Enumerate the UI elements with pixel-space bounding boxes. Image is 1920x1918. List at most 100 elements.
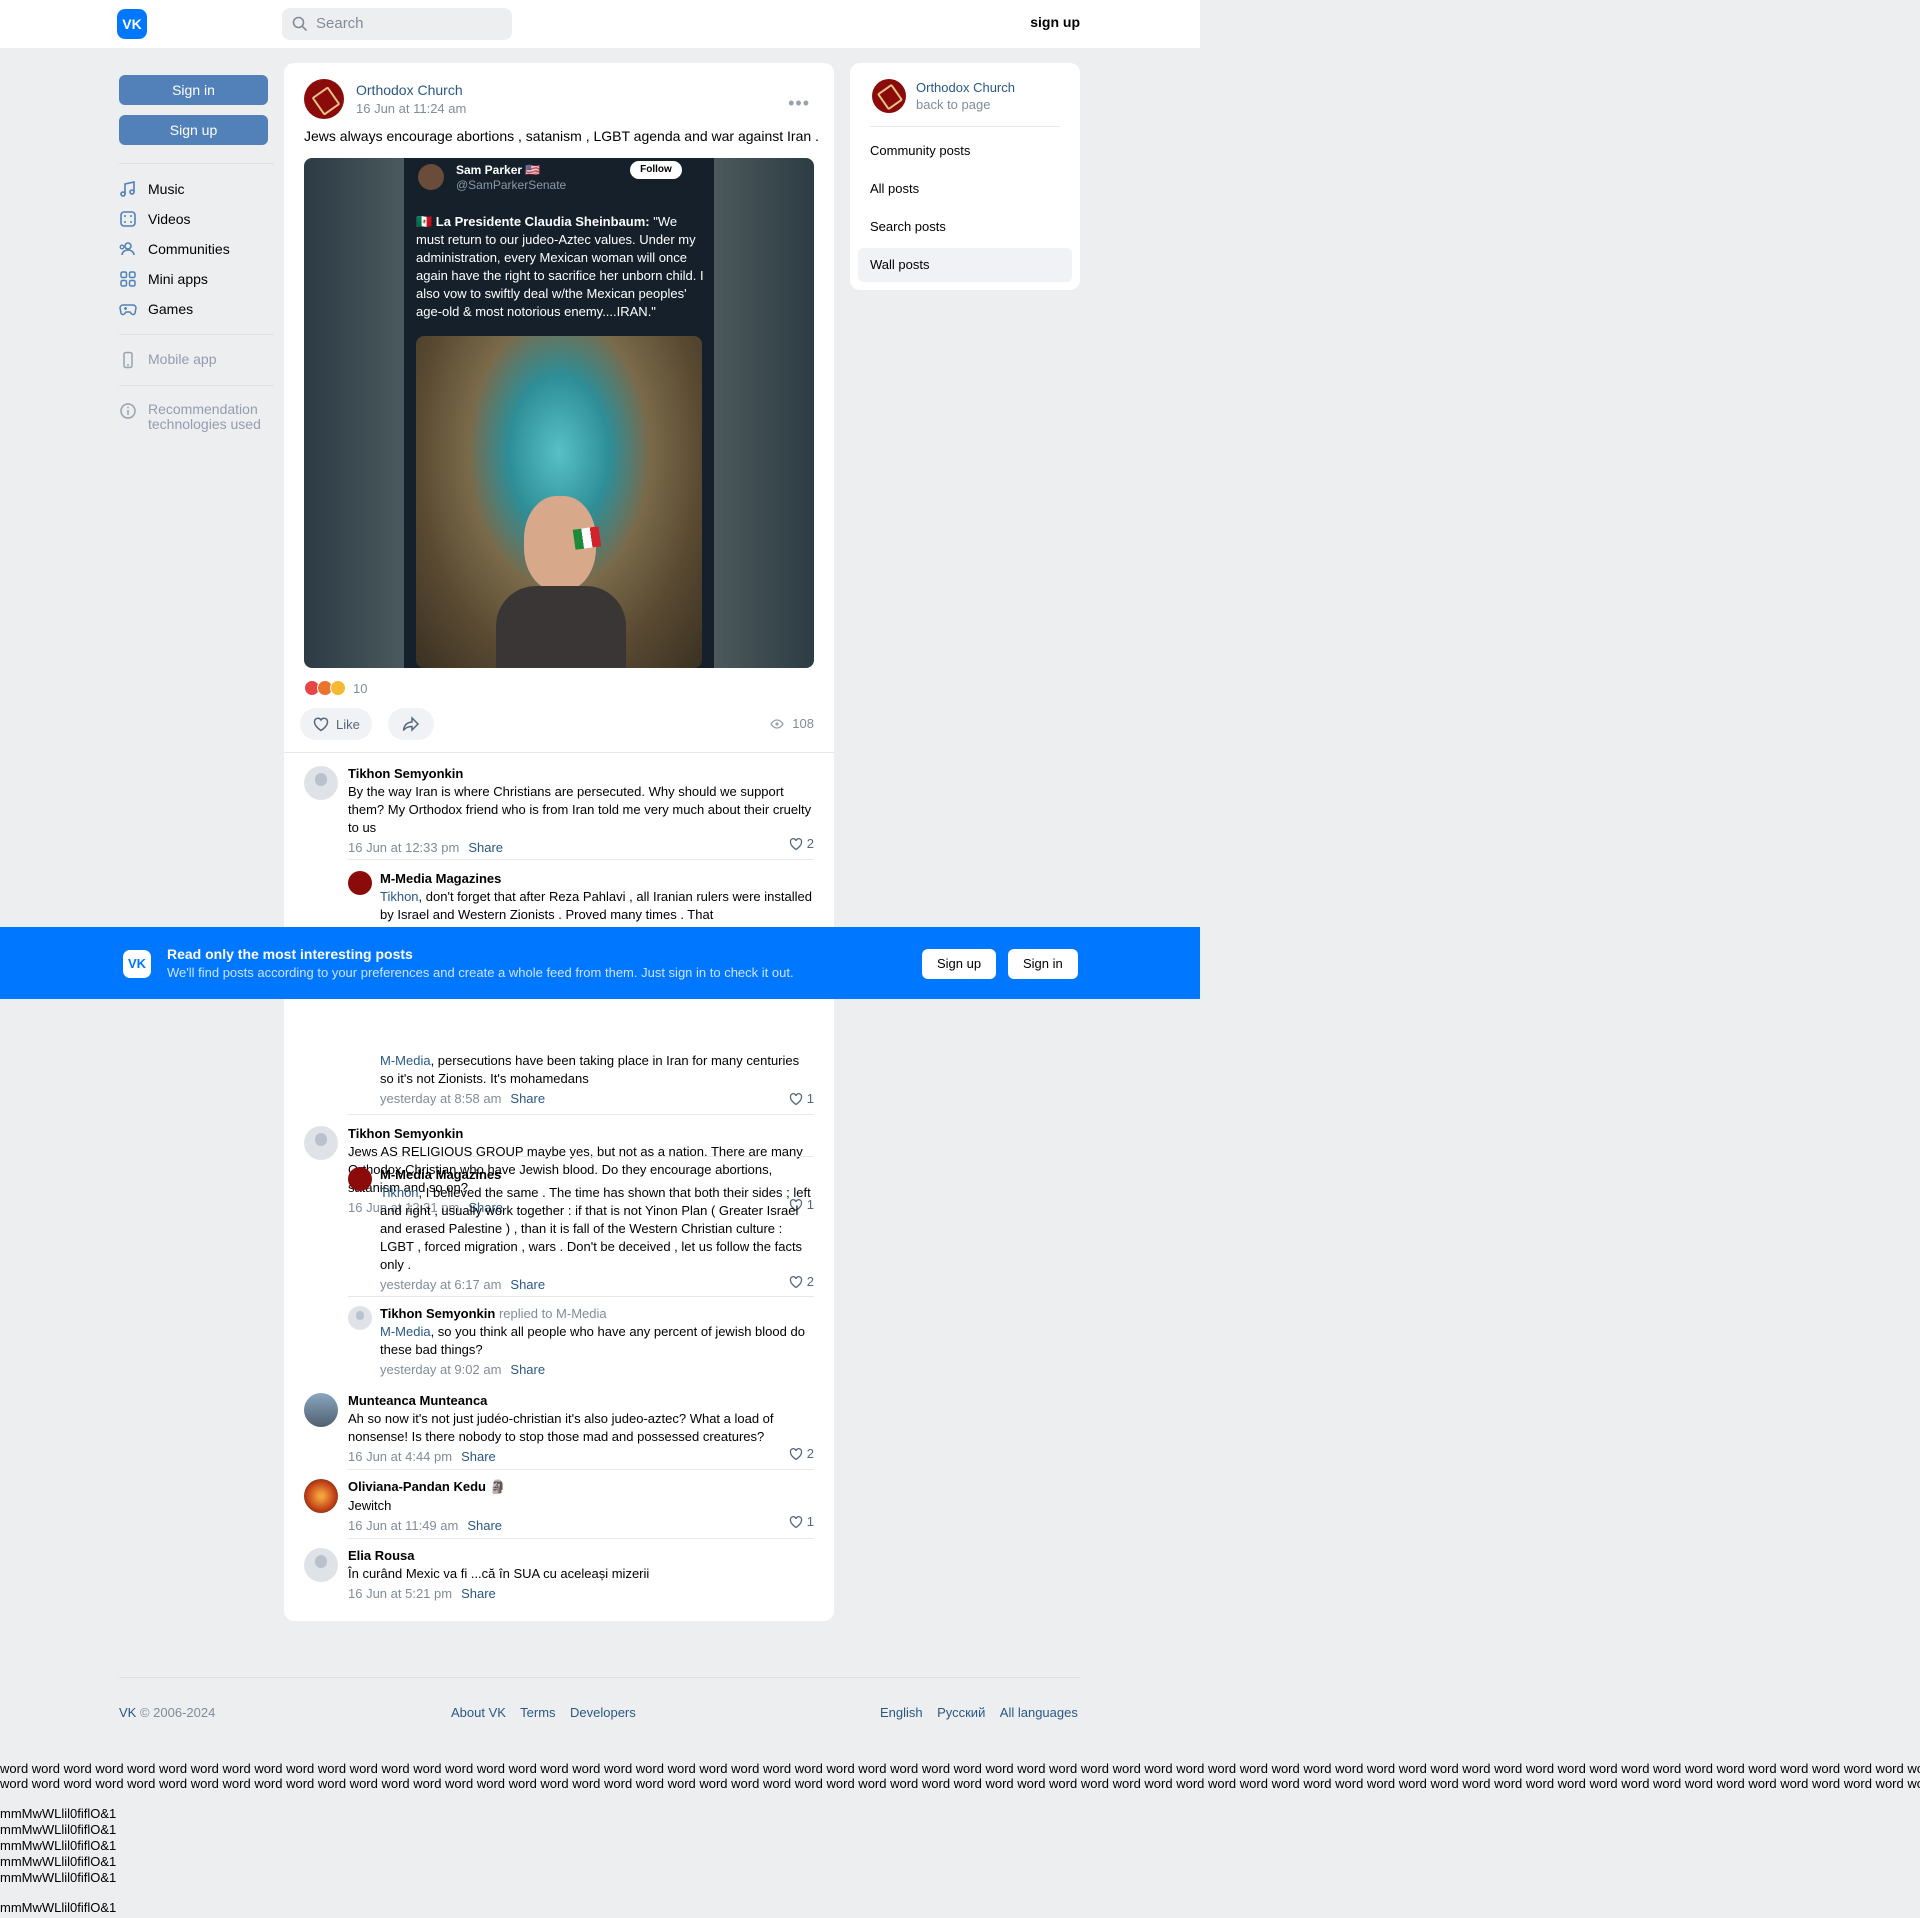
comment-like-button[interactable]: 2 — [789, 1274, 814, 1289]
comment-time[interactable]: 16 Jun at 5:21 pm — [348, 1586, 452, 1601]
nav-label: Mini apps — [148, 271, 208, 287]
nav-label: Videos — [148, 211, 191, 227]
nav-label: technologies used — [148, 416, 261, 432]
comment-avatar[interactable] — [348, 1306, 372, 1330]
like-label: Like — [336, 716, 360, 732]
search-input[interactable]: Search — [282, 8, 512, 40]
footer-about[interactable]: About VK — [451, 1705, 506, 1720]
tweet-author: Sam Parker 🇺🇸 — [456, 163, 541, 177]
comment-divider — [348, 1538, 814, 1539]
signin-banner: VK Read only the most interesting posts … — [0, 927, 1200, 999]
comment-share[interactable]: Share — [461, 1586, 496, 1601]
comment-share[interactable]: Share — [510, 1277, 545, 1292]
nav-item-music[interactable]: Music — [119, 174, 274, 204]
filter-search-posts[interactable]: Search posts — [858, 210, 1072, 244]
comment-mention[interactable]: Tikhon — [380, 889, 419, 904]
comment: Tikhon Semyonkin By the way Iran is wher… — [304, 766, 814, 855]
more-options-icon[interactable]: ••• — [788, 93, 810, 114]
comment-author[interactable]: Oliviana-Pandan Kedu — [348, 1479, 486, 1494]
comment-avatar[interactable] — [304, 1548, 338, 1582]
comment-like-button[interactable]: 2 — [789, 836, 814, 851]
tweet-follow: Follow — [630, 161, 682, 179]
comment-avatar[interactable] — [304, 766, 338, 800]
footer-vk-link[interactable]: VK — [119, 1705, 136, 1720]
nav-item-mobile-app[interactable]: Mobile app — [119, 345, 274, 375]
like-button[interactable]: Like — [300, 708, 372, 740]
comment-share[interactable]: Share — [461, 1449, 496, 1464]
community-avatar — [872, 79, 906, 113]
post-author[interactable]: Orthodox Church — [356, 82, 466, 98]
footer-links: About VK Terms Developers — [451, 1705, 636, 1720]
comment-time[interactable]: 16 Jun at 11:49 am — [348, 1518, 458, 1533]
community-avatar[interactable] — [304, 79, 344, 119]
comment-author[interactable]: Tikhon Semyonkin — [380, 1306, 495, 1321]
nav-label: Games — [148, 301, 194, 317]
footer-languages: English Русский All languages — [880, 1705, 1078, 1720]
footer-terms[interactable]: Terms — [520, 1705, 555, 1720]
community-link[interactable]: Orthodox Church back to page — [872, 79, 1015, 113]
nav-item-games[interactable]: Games — [119, 294, 274, 324]
info-icon — [120, 403, 136, 419]
comment-time[interactable]: 16 Jun at 4:44 pm — [348, 1449, 452, 1464]
reactions[interactable]: 10 — [304, 680, 367, 696]
post-header: Orthodox Church 16 Jun at 11:24 am — [304, 79, 466, 119]
comment-avatar[interactable] — [348, 871, 372, 895]
banner-signup-button[interactable]: Sign up — [922, 949, 997, 979]
comment: Munteanca Munteanca Ah so now it's not j… — [304, 1393, 814, 1464]
sign-in-button[interactable]: Sign in — [119, 75, 268, 105]
back-to-page: back to page — [916, 97, 991, 112]
lang-russian[interactable]: Русский — [937, 1705, 985, 1720]
footer-developers[interactable]: Developers — [570, 1705, 636, 1720]
comment-mention[interactable]: M-Media — [380, 1324, 431, 1339]
comment-author[interactable]: Elia Rousa — [348, 1548, 814, 1563]
glyph-test-line: mmMwWLlil0fiflO&1 — [0, 1854, 117, 1869]
top-bar: VK Search sign up — [0, 0, 1200, 48]
eye-icon — [770, 718, 785, 729]
comment-author[interactable]: Tikhon Semyonkin — [348, 766, 814, 781]
comment-author[interactable]: M-Media Magazines — [380, 1167, 814, 1182]
share-button[interactable] — [388, 708, 434, 740]
filter-all-posts[interactable]: All posts — [858, 172, 1072, 206]
comment-like-button[interactable]: 1 — [789, 1514, 814, 1529]
comment-share[interactable]: Share — [510, 1362, 545, 1377]
comment-time[interactable]: 16 Jun at 12:33 pm — [348, 840, 459, 855]
banner-signin-button[interactable]: Sign in — [1008, 949, 1078, 979]
vk-logo[interactable]: VK — [117, 9, 147, 39]
post-card: Orthodox Church 16 Jun at 11:24 am ••• J… — [284, 63, 834, 1621]
post-date[interactable]: 16 Jun at 11:24 am — [356, 101, 466, 116]
comment-avatar[interactable] — [348, 1167, 372, 1191]
comment-time[interactable]: yesterday at 6:17 am — [380, 1277, 501, 1292]
filter-wall-posts[interactable]: Wall posts — [858, 248, 1072, 282]
comment-text: Tikhon, don't forget that after Reza Pah… — [380, 889, 812, 922]
nav-item-recommendation[interactable]: Recommendation technologies used — [119, 396, 274, 438]
filter-community-posts[interactable]: Community posts — [858, 134, 1072, 168]
lang-english[interactable]: English — [880, 1705, 923, 1720]
comment-like-button[interactable]: 2 — [789, 1446, 814, 1461]
heart-icon — [789, 1275, 802, 1288]
flag-sticker — [572, 526, 602, 550]
comment-author[interactable]: M-Media Magazines — [380, 871, 814, 886]
post-text: Jews always encourage abortions , satani… — [304, 128, 819, 144]
replied-to[interactable]: replied to M-Media — [499, 1306, 607, 1321]
card-divider — [870, 126, 1060, 127]
tweet-text: 🇲🇽 La Presidente Claudia Sheinbaum: "We … — [416, 213, 706, 321]
comment-like-count: 1 — [806, 1514, 814, 1529]
sign-up-button[interactable]: Sign up — [119, 115, 268, 145]
post-image[interactable]: Sam Parker 🇺🇸 @SamParkerSenate Follow 🇲🇽… — [304, 158, 814, 668]
comment-avatar[interactable] — [304, 1126, 338, 1160]
tweet-text-body: "We must return to our judeo-Aztec value… — [416, 214, 704, 319]
search-icon — [292, 16, 308, 32]
nav-item-mini-apps[interactable]: Mini apps — [119, 264, 274, 294]
comment-avatar[interactable] — [304, 1479, 338, 1513]
top-signup-link[interactable]: sign up — [1010, 14, 1080, 30]
lang-all[interactable]: All languages — [1000, 1705, 1078, 1720]
comment-avatar[interactable] — [304, 1393, 338, 1427]
nav-item-communities[interactable]: Communities — [119, 234, 274, 264]
nav-item-videos[interactable]: Videos — [119, 204, 274, 234]
comment-share[interactable]: Share — [467, 1518, 502, 1533]
comment-mention[interactable]: Tikhon — [380, 1185, 419, 1200]
comment-author[interactable]: Munteanca Munteanca — [348, 1393, 814, 1408]
comment-author[interactable]: Tikhon Semyonkin — [348, 1126, 814, 1141]
comment-share[interactable]: Share — [468, 840, 503, 855]
comment-time[interactable]: yesterday at 9:02 am — [380, 1362, 501, 1377]
